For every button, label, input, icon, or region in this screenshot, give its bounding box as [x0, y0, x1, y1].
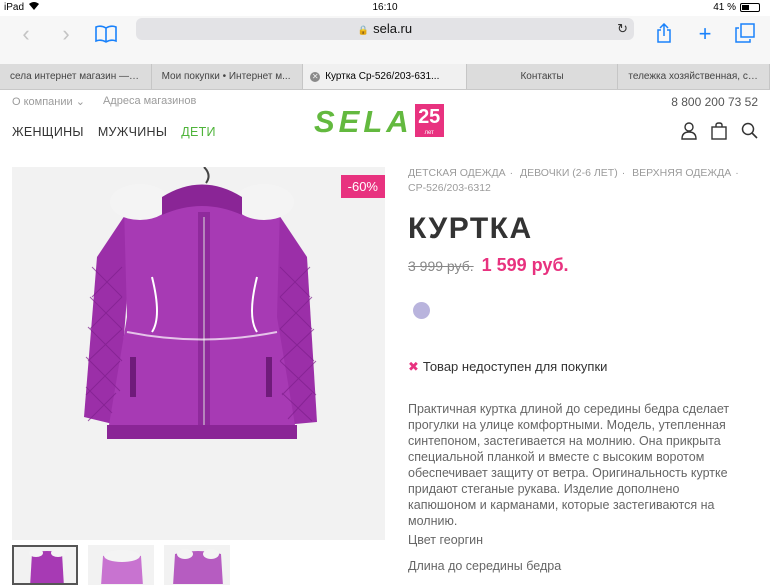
product-length: Длина до середины бедра: [408, 559, 562, 573]
nav-kids[interactable]: ДЕТИ: [181, 125, 216, 139]
tab-label: села интернет магазин — Я...: [10, 71, 148, 82]
product-thumbnails: [12, 545, 230, 585]
availability-text: Товар недоступен для покупки: [422, 359, 608, 374]
about-dropdown[interactable]: О компании ⌄: [12, 95, 85, 108]
availability-status: ✖ Товар недоступен для покупки: [408, 359, 607, 375]
tab-label: Контакты: [520, 71, 564, 82]
product-title: КУРТКА: [408, 212, 533, 245]
forward-icon[interactable]: ›: [52, 20, 80, 48]
tab-jacket-product[interactable]: ✕ Куртка Ср-526/203-631...: [303, 64, 467, 89]
phone-number[interactable]: 8 800 200 73 52: [671, 95, 758, 109]
logo-anniversary-badge: 25 лет: [414, 104, 444, 137]
shopping-bag-icon[interactable]: [711, 122, 727, 145]
clock: 16:10: [372, 2, 398, 13]
tab-strip: села интернет магазин — Я... Мои покупки…: [0, 64, 770, 90]
breadcrumb-kids-clothes[interactable]: ДЕТСКАЯ ОДЕЖДА: [408, 167, 506, 179]
product-description: Практичная куртка длиной до середины бед…: [408, 402, 730, 528]
breadcrumb: ДЕТСКАЯ ОДЕЖДА · ДЕВОЧКИ (2-6 ЛЕТ) · ВЕРХН…: [408, 167, 739, 194]
sela-logo[interactable]: SELA 25 лет: [314, 104, 444, 140]
tab-label: тележка хозяйственная, ск...: [628, 71, 761, 82]
thumbnail-detail[interactable]: [164, 545, 230, 585]
product-main-image[interactable]: -60%: [12, 167, 385, 540]
tab-label: Мои покупки • Интернет м...: [161, 71, 291, 82]
logo-years-word: лет: [424, 130, 434, 136]
status-bar: iPad 16:10 41 %: [0, 0, 770, 16]
discount-badge: -60%: [340, 175, 385, 198]
battery-percent: 41 %: [713, 2, 736, 13]
about-label: О компании: [12, 96, 73, 108]
jacket-illustration: [84, 167, 317, 439]
battery: 41 %: [713, 2, 760, 13]
header-topline: О компании ⌄ Адреса магазинов: [12, 95, 196, 108]
main-nav: ЖЕНЩИНЫ МУЖЧИНЫ ДЕТИ: [12, 125, 216, 139]
back-icon[interactable]: ‹: [12, 20, 40, 48]
tab-label: Куртка Ср-526/203-631...: [325, 71, 440, 82]
new-tab-icon[interactable]: +: [691, 20, 719, 48]
thumbnail-front[interactable]: [12, 545, 78, 585]
logo-years-number: 25: [418, 106, 441, 128]
browser-toolbar: ‹ › 🔒 sela.ru ↻ +: [0, 16, 770, 64]
share-icon[interactable]: [650, 20, 678, 48]
address-url: sela.ru: [373, 21, 413, 36]
breadcrumb-outerwear[interactable]: ВЕРХНЯЯ ОДЕЖДА: [632, 167, 731, 179]
breadcrumb-article: СР-526/203-6312: [408, 182, 491, 194]
battery-icon: [740, 3, 760, 12]
nav-men[interactable]: МУЖЧИНЫ: [98, 125, 167, 139]
address-bar[interactable]: 🔒 sela.ru ↻: [136, 18, 634, 40]
unavailable-icon: ✖: [408, 359, 419, 374]
tab-sela-search[interactable]: села интернет магазин — Я...: [0, 64, 152, 89]
chevron-down-icon: ⌄: [75, 96, 85, 108]
logo-word: SELA: [314, 104, 413, 139]
tab-cart-search[interactable]: тележка хозяйственная, ск...: [618, 64, 770, 89]
sale-price: 1 599 руб.: [481, 255, 569, 275]
price-block: 3 999 руб. 1 599 руб.: [408, 255, 569, 276]
account-icon[interactable]: [681, 122, 697, 145]
thumbnail-back[interactable]: [88, 545, 154, 585]
stores-link[interactable]: Адреса магазинов: [103, 95, 196, 108]
tab-my-purchases[interactable]: Мои покупки • Интернет м...: [152, 64, 304, 89]
tabs-overview-icon[interactable]: [731, 20, 759, 48]
lock-icon: 🔒: [357, 25, 370, 35]
breadcrumb-girls[interactable]: ДЕВОЧКИ (2-6 ЛЕТ): [520, 167, 618, 179]
color-swatch[interactable]: [413, 302, 430, 319]
reload-icon[interactable]: ↻: [617, 18, 628, 40]
product-color: Цвет георгин: [408, 533, 484, 547]
old-price: 3 999 руб.: [408, 258, 474, 274]
header-icons: [681, 122, 758, 145]
close-tab-icon[interactable]: ✕: [310, 72, 321, 82]
bookmarks-icon[interactable]: [92, 20, 120, 48]
nav-women[interactable]: ЖЕНЩИНЫ: [12, 125, 84, 139]
search-icon[interactable]: [741, 122, 758, 145]
tab-contacts[interactable]: Контакты: [467, 64, 619, 89]
